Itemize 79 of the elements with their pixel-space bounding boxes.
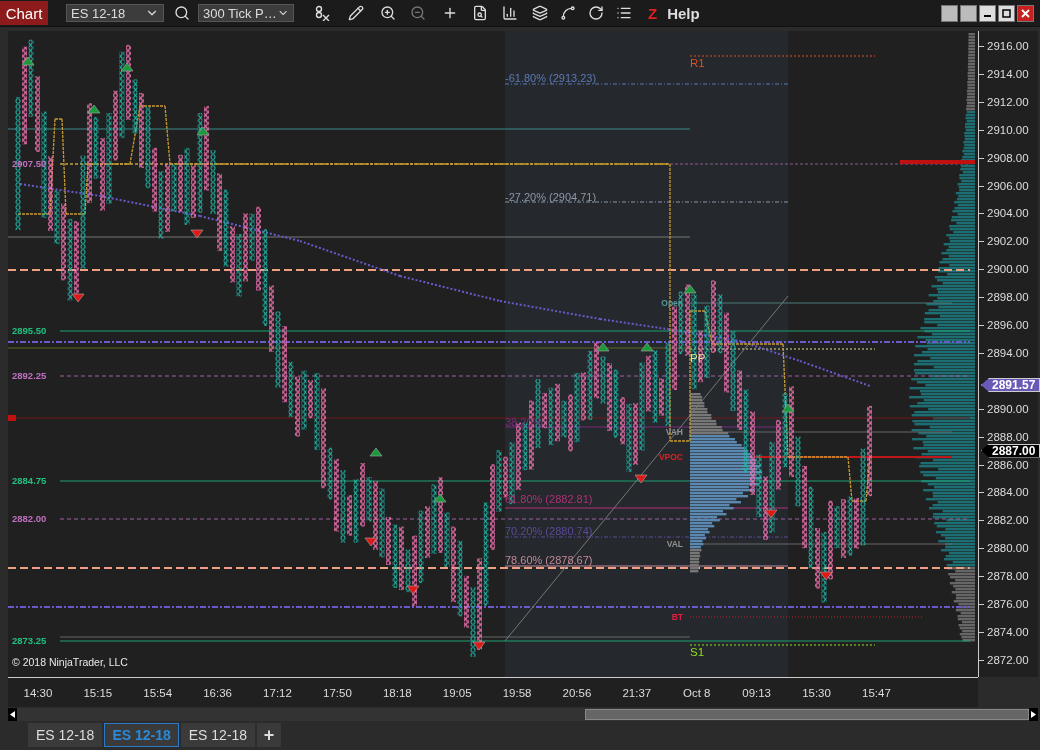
time-axis-label: 15:47 (861, 686, 892, 701)
time-axis-label: 09:13 (741, 686, 772, 701)
time-axis-label: 16:36 (202, 686, 233, 701)
price-axis-label: 2880.00 (987, 542, 1029, 555)
instrument-dropdown[interactable]: ES 12-18 (66, 4, 164, 22)
price-marker: 2891.57 (981, 378, 1040, 392)
time-axis-label: 15:54 (142, 686, 174, 701)
price-axis-label: 2908.00 (987, 151, 1029, 164)
time-axis-label: 20:56 (561, 686, 593, 701)
price-axis-label: 2882.00 (987, 514, 1029, 527)
help-menu[interactable]: Help (667, 4, 700, 22)
time-axis-label: 19:58 (501, 686, 533, 701)
price-axis-label: 2894.00 (987, 346, 1029, 359)
chart-menu-button[interactable]: Chart (0, 1, 48, 25)
price-axis-label: 2904.00 (987, 207, 1029, 220)
time-axis-label: 15:15 (82, 686, 114, 701)
price-level-label: 2882.00 (12, 513, 47, 525)
chart-tab[interactable]: ES 12-18 (28, 723, 103, 747)
price-axis-label: 2914.00 (987, 67, 1029, 80)
time-axis-label: 14:30 (22, 686, 54, 701)
fibonacci-label: 78.60% (2878.67) (505, 553, 593, 566)
price-axis-label: 2902.00 (987, 235, 1029, 248)
price-axis-label: 2916.00 (987, 40, 1029, 52)
profile-label: VAH (665, 427, 683, 437)
refresh-icon[interactable] (586, 3, 606, 23)
fibonacci-label: -27.20% (2904.71) (505, 190, 597, 203)
pivot-label: R1 (690, 57, 705, 70)
copyright-text: © 2018 NinjaTrader, LLC (12, 655, 128, 668)
time-axis-label: 17:12 (262, 686, 293, 701)
z-logo[interactable]: Z (648, 4, 658, 22)
price-axis-label: 2900.00 (987, 263, 1029, 276)
price-level-label: 2884.75 (12, 475, 47, 487)
price-axis-label: 2906.00 (987, 179, 1029, 192)
price-axis-label: 2890.00 (987, 402, 1029, 415)
price-axis-label: 2876.00 (987, 598, 1029, 610)
interval-dropdown[interactable]: 300 Tick P… (198, 4, 294, 22)
pencil-icon[interactable] (346, 3, 366, 23)
scrollbar-thumb[interactable] (585, 709, 1029, 720)
profile-label: VPOC (658, 452, 683, 462)
layers-icon[interactable] (530, 3, 550, 23)
profile-label: VAL (666, 538, 683, 549)
window-button[interactable] (941, 4, 958, 22)
price-axis-label: 2912.00 (987, 95, 1029, 108)
spline-icon[interactable] (558, 3, 578, 23)
horizontal-scrollbar[interactable] (8, 708, 1038, 721)
window-button[interactable] (960, 4, 977, 22)
chart-tab[interactable]: ES 12-18 (180, 723, 256, 747)
price-axis-label: 2896.00 (987, 319, 1029, 331)
price-axis-label: 2886.00 (987, 458, 1029, 471)
price-axis-label: 2888.00 (987, 430, 1029, 443)
price-axis-label: 2884.00 (987, 486, 1029, 499)
time-axis-label: 19:05 (441, 686, 473, 701)
price-marker: 2887.00 (981, 443, 1040, 458)
pivot-label: S1 (690, 646, 705, 659)
price-axis-label: 2898.00 (987, 291, 1029, 304)
price-axis-label: 2874.00 (987, 625, 1029, 638)
price-axis-label: 2872.00 (987, 653, 1029, 666)
price-axis-label: 2910.00 (987, 123, 1029, 136)
close-button[interactable] (1017, 4, 1034, 22)
price-axis-label: 2878.00 (987, 570, 1029, 583)
close-icon (1021, 8, 1030, 18)
price-level-label: 2895.50 (12, 325, 47, 337)
time-axis-label: 21:37 (621, 686, 653, 701)
time-axis-label: 15:30 (801, 686, 832, 701)
scroll-right-icon[interactable] (1029, 708, 1038, 721)
time-axis-label: Oct 8 (682, 686, 712, 701)
add-tab-button[interactable]: + (257, 723, 282, 747)
minimize-icon (984, 15, 991, 17)
price-level-label: 2892.25 (12, 370, 47, 382)
fibonacci-label: -61.80% (2913.23) (505, 71, 597, 84)
price-level-label: 2873.25 (12, 635, 47, 647)
scroll-left-icon[interactable] (8, 708, 17, 721)
minimize-button[interactable] (979, 4, 996, 22)
maximize-icon (1002, 8, 1011, 18)
maximize-button[interactable] (998, 4, 1015, 22)
profile-label: BT (671, 611, 683, 622)
fibonacci-label: 70.20% (2880.74) (505, 524, 593, 537)
time-axis-label: 18:18 (381, 686, 413, 701)
time-axis-label: 17:50 (322, 686, 353, 701)
